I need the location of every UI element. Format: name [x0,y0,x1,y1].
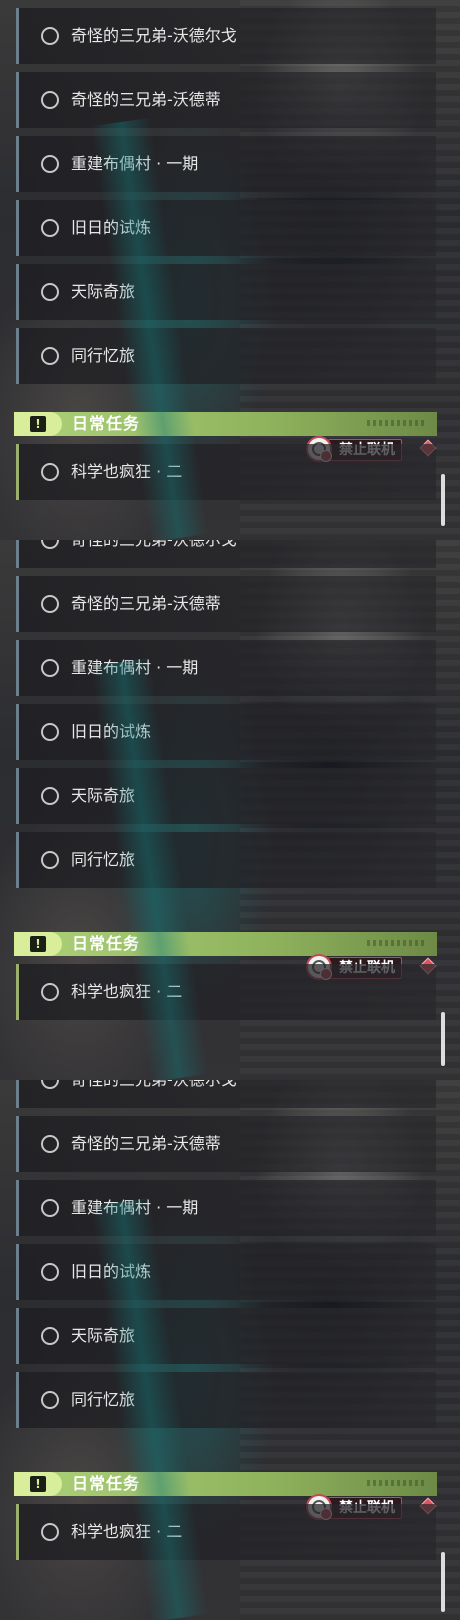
task-row[interactable]: 重建布偶村 · 一期 [16,136,436,192]
daily-tasks-header[interactable]: ! 日常任务 [14,1472,437,1496]
circle-icon [41,1263,59,1281]
circle-icon [41,155,59,173]
circle-icon [41,1391,59,1409]
header-icon-box: ! [14,932,62,956]
quest-panel-2: 奇怪的三兄弟-沃德尔戈 奇怪的三兄弟-沃德蒂 重建布偶村 · 一期 旧日的试炼 … [0,540,460,1080]
circle-icon [41,723,59,741]
task-label: 奇怪的三兄弟-沃德蒂 [71,90,221,109]
task-row[interactable]: 奇怪的三兄弟-沃德尔戈 [16,1080,436,1108]
circle-icon [41,595,59,613]
task-row[interactable]: 重建布偶村 · 一期 [16,1180,436,1236]
daily-task-row[interactable]: 科学也疯狂 · 二 [16,964,436,1020]
task-label: 科学也疯狂 · 二 [71,462,183,481]
circle-icon [41,219,59,237]
task-label: 同行忆旅 [71,1390,136,1409]
task-row[interactable]: 旧日的试炼 [16,200,436,256]
task-row[interactable]: 奇怪的三兄弟-沃德蒂 [16,1116,436,1172]
exclamation-icon: ! [30,936,46,952]
task-label: 重建布偶村 · 一期 [71,658,199,677]
daily-tasks-title: 日常任务 [72,934,141,953]
task-label: 天际奇旅 [71,786,136,805]
circle-icon [41,851,59,869]
task-row[interactable]: 旧日的试炼 [16,1244,436,1300]
task-label: 奇怪的三兄弟-沃德尔戈 [71,540,237,568]
task-label: 重建布偶村 · 一期 [71,154,199,173]
task-label: 旧日的试炼 [71,218,152,237]
scrollbar[interactable] [441,1552,445,1612]
circle-icon [41,540,59,549]
task-label: 奇怪的三兄弟-沃德蒂 [71,1134,221,1153]
exclamation-icon: ! [30,1476,46,1492]
quest-panel-3: 奇怪的三兄弟-沃德尔戈 奇怪的三兄弟-沃德蒂 重建布偶村 · 一期 旧日的试炼 … [0,1080,460,1620]
header-icon-box: ! [14,412,62,436]
task-label: 重建布偶村 · 一期 [71,1198,199,1217]
task-row[interactable]: 重建布偶村 · 一期 [16,640,436,696]
task-row[interactable]: 天际奇旅 [16,1308,436,1364]
circle-icon [41,1080,59,1089]
daily-task-row[interactable]: 科学也疯狂 · 二 [16,1504,436,1560]
scrollbar[interactable] [441,1012,445,1066]
task-label: 奇怪的三兄弟-沃德尔戈 [71,1080,237,1108]
daily-tasks-title: 日常任务 [72,1474,141,1493]
task-row[interactable]: 奇怪的三兄弟-沃德尔戈 [16,8,436,64]
circle-icon [41,659,59,677]
circle-icon [41,283,59,301]
circle-icon [41,1135,59,1153]
circle-icon [41,463,59,481]
task-label: 奇怪的三兄弟-沃德尔戈 [71,26,237,45]
task-label: 科学也疯狂 · 二 [71,982,183,1001]
circle-icon [41,91,59,109]
circle-icon [41,983,59,1001]
header-decoration [367,1480,427,1486]
header-decoration [367,940,427,946]
header-decoration [367,420,427,426]
exclamation-icon: ! [30,416,46,432]
task-row[interactable]: 奇怪的三兄弟-沃德尔戈 [16,540,436,568]
task-row[interactable]: 同行忆旅 [16,832,436,888]
task-row[interactable]: 天际奇旅 [16,264,436,320]
daily-tasks-header[interactable]: ! 日常任务 [14,412,437,436]
scrollbar[interactable] [441,474,445,526]
task-label: 奇怪的三兄弟-沃德蒂 [71,594,221,613]
circle-icon [41,1523,59,1541]
task-row[interactable]: 天际奇旅 [16,768,436,824]
task-row[interactable]: 奇怪的三兄弟-沃德蒂 [16,576,436,632]
daily-task-row[interactable]: 科学也疯狂 · 二 [16,444,436,500]
task-label: 旧日的试炼 [71,1262,152,1281]
circle-icon [41,347,59,365]
task-label: 同行忆旅 [71,850,136,869]
quest-panel-1: 奇怪的三兄弟-沃德尔戈 奇怪的三兄弟-沃德蒂 重建布偶村 · 一期 旧日的试炼 … [0,0,460,540]
task-label: 科学也疯狂 · 二 [71,1522,183,1541]
task-label: 旧日的试炼 [71,722,152,741]
task-label: 天际奇旅 [71,1326,136,1345]
daily-tasks-header[interactable]: ! 日常任务 [14,932,437,956]
task-label: 天际奇旅 [71,282,136,301]
header-icon-box: ! [14,1472,62,1496]
task-row[interactable]: 奇怪的三兄弟-沃德蒂 [16,72,436,128]
circle-icon [41,787,59,805]
daily-tasks-title: 日常任务 [72,414,141,433]
task-row[interactable]: 同行忆旅 [16,328,436,384]
task-row[interactable]: 同行忆旅 [16,1372,436,1428]
circle-icon [41,27,59,45]
task-row[interactable]: 旧日的试炼 [16,704,436,760]
circle-icon [41,1199,59,1217]
task-label: 同行忆旅 [71,346,136,365]
circle-icon [41,1327,59,1345]
